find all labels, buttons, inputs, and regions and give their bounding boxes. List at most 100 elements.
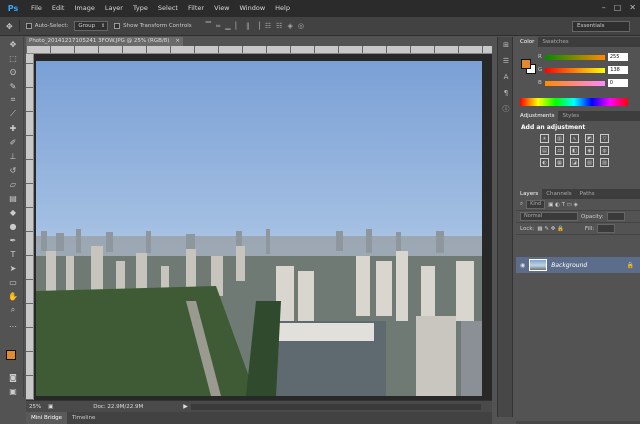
exposure-icon[interactable]: ◩	[585, 134, 594, 143]
selective-color-icon[interactable]: ▨	[600, 158, 609, 167]
horizontal-scrollbar[interactable]	[191, 404, 481, 410]
align-bottom-icon[interactable]: ▁	[225, 22, 230, 30]
history-icon[interactable]: ⊞	[498, 37, 514, 53]
pen-tool-icon[interactable]: ✒	[2, 233, 24, 247]
blue-value[interactable]: 0	[607, 79, 628, 87]
zoom-level[interactable]: 25%	[26, 404, 48, 410]
healing-brush-icon[interactable]: ✚	[2, 121, 24, 135]
threshold-icon[interactable]: ◪	[570, 158, 579, 167]
eraser-tool-icon[interactable]: ▱	[2, 177, 24, 191]
menu-file[interactable]: File	[26, 0, 47, 17]
paragraph-icon[interactable]: ¶	[498, 85, 514, 101]
history-brush-icon[interactable]: ↺	[2, 163, 24, 177]
eyedropper-tool-icon[interactable]: ⟋	[2, 107, 24, 121]
menu-layer[interactable]: Layer	[100, 0, 128, 17]
green-value[interactable]: 138	[608, 66, 629, 74]
document-tab[interactable]: Photo_20141217105241 3FOW.JPG @ 25% (RGB…	[26, 37, 183, 46]
menu-window[interactable]: Window	[235, 0, 271, 17]
red-value[interactable]: 255	[607, 53, 628, 61]
checkbox-box[interactable]	[114, 23, 121, 29]
distribute-icon[interactable]: ☷	[265, 22, 271, 30]
gradient-tool-icon[interactable]: ▤	[2, 191, 24, 205]
dodge-tool-icon[interactable]: ●	[2, 219, 24, 233]
align-top-icon[interactable]: ▔	[206, 22, 211, 30]
tab-paths[interactable]: Paths	[576, 189, 599, 199]
info-icon[interactable]: ⓘ	[498, 101, 514, 117]
type-tool-icon[interactable]: T	[2, 247, 24, 261]
fill-field[interactable]	[597, 224, 616, 233]
tab-channels[interactable]: Channels	[542, 189, 575, 199]
curves-icon[interactable]: ∿	[570, 134, 579, 143]
visibility-eye-icon[interactable]: ◉	[520, 262, 525, 269]
brightness-icon[interactable]: ☀	[540, 134, 549, 143]
clone-stamp-icon[interactable]: ⊥	[2, 149, 24, 163]
crop-tool-icon[interactable]: ⌗	[2, 93, 24, 107]
lock-icons[interactable]: ▦ ✎ ✥ 🔒	[537, 226, 564, 232]
filter-icons[interactable]: ▣ ◐ T ▭ ◈	[548, 202, 578, 208]
layer-background[interactable]: ◉ Background 🔒	[516, 257, 640, 273]
auto-select-dropdown[interactable]: Group	[74, 21, 109, 31]
levels-icon[interactable]: ▥	[555, 134, 564, 143]
close-icon[interactable]: ✕	[629, 3, 636, 12]
blend-mode-dropdown[interactable]: Normal	[520, 212, 578, 221]
checkbox-box[interactable]	[25, 23, 32, 29]
show-transform-checkbox[interactable]: Show Transform Controls	[114, 23, 192, 29]
menu-filter[interactable]: Filter	[183, 0, 209, 17]
path-select-icon[interactable]: ➤	[2, 261, 24, 275]
kind-filter-dropdown[interactable]: Kind	[526, 200, 546, 209]
red-slider[interactable]	[544, 54, 605, 60]
screen-mode-icon[interactable]: ▣	[2, 384, 24, 398]
tab-layers[interactable]: Layers	[516, 189, 543, 199]
align-right-icon[interactable]: ▕	[254, 22, 259, 30]
invert-icon[interactable]: ◐	[540, 158, 549, 167]
menu-select[interactable]: Select	[153, 0, 183, 17]
vibrance-icon[interactable]: ▽	[600, 134, 609, 143]
marquee-tool-icon[interactable]: ⬚	[2, 51, 24, 65]
zoom-tool-icon[interactable]: ⌕	[2, 303, 24, 317]
hue-saturation-icon[interactable]: ▤	[540, 146, 549, 155]
foreground-color-swatch[interactable]	[521, 59, 531, 69]
distribute-icon[interactable]: ☷	[276, 22, 282, 30]
tab-swatches[interactable]: Swatches	[538, 37, 572, 47]
opacity-field[interactable]	[606, 212, 625, 221]
color-spectrum[interactable]	[520, 98, 628, 106]
tab-styles[interactable]: Styles	[558, 111, 583, 121]
vertical-ruler[interactable]	[26, 54, 34, 400]
brush-tool-icon[interactable]: ✐	[2, 135, 24, 149]
move-tool-icon[interactable]: ✥	[2, 37, 24, 51]
status-menu-icon[interactable]: ▶	[183, 403, 188, 410]
shape-tool-icon[interactable]: ▭	[2, 275, 24, 289]
more-tools-icon[interactable]: …	[2, 317, 24, 331]
posterize-icon[interactable]: ▦	[555, 158, 564, 167]
menu-help[interactable]: Help	[270, 0, 295, 17]
tab-timeline[interactable]: Timeline	[67, 412, 100, 424]
photo-filter-icon[interactable]: ◉	[585, 146, 594, 155]
foreground-color-swatch[interactable]	[6, 350, 16, 360]
gradient-map-icon[interactable]: ▧	[585, 158, 594, 167]
quick-select-tool-icon[interactable]: ✎	[2, 79, 24, 93]
quick-mask-icon[interactable]: ◙	[2, 370, 24, 384]
align-middle-icon[interactable]: ═	[216, 22, 220, 30]
tab-adjustments[interactable]: Adjustments	[516, 111, 559, 121]
color-balance-icon[interactable]: ⚖	[555, 146, 564, 155]
green-slider[interactable]	[545, 67, 606, 73]
tab-color[interactable]: Color	[516, 37, 539, 47]
menu-edit[interactable]: Edit	[47, 0, 70, 17]
layer-name[interactable]: Background	[551, 262, 587, 269]
image-canvas[interactable]	[36, 61, 482, 396]
channel-mixer-icon[interactable]: ◍	[600, 146, 609, 155]
move-tool-icon[interactable]: ✥	[6, 22, 13, 31]
workspace-switcher[interactable]: Essentials	[572, 21, 630, 32]
3d-mode-icon[interactable]: ◈	[287, 22, 292, 30]
maximize-icon[interactable]: □	[614, 3, 622, 12]
character-icon[interactable]: A	[498, 69, 514, 85]
lasso-tool-icon[interactable]: ʘ	[2, 65, 24, 79]
blur-tool-icon[interactable]: ◆	[2, 205, 24, 219]
properties-icon[interactable]: ☰	[498, 53, 514, 69]
menu-type[interactable]: Type	[128, 0, 153, 17]
minimize-icon[interactable]: –	[602, 3, 606, 12]
align-center-icon[interactable]: ‖	[246, 22, 250, 30]
align-left-icon[interactable]: ▏	[236, 22, 241, 30]
hand-tool-icon[interactable]: ✋	[2, 289, 24, 303]
close-tab-icon[interactable]: ×	[175, 37, 180, 46]
